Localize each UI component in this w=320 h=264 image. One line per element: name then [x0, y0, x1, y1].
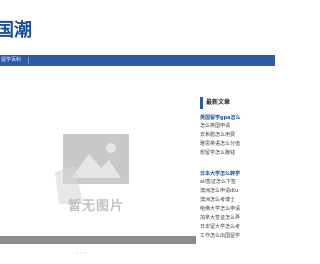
sidebar-heading: 最新文章 — [200, 97, 275, 109]
carousel-dots — [72, 239, 88, 254]
article-link[interactable]: 日本留大学怎么考 — [200, 223, 240, 232]
article-group-title[interactable]: 日本大学怎么转学 — [200, 170, 240, 178]
site-logo[interactable]: 国潮 — [0, 20, 32, 42]
article-link[interactable]: 怎么英国申请 — [200, 122, 241, 131]
carousel-dot[interactable] — [80, 252, 82, 254]
article-link[interactable]: ali签证怎么下签 — [200, 178, 240, 187]
carousel-dot[interactable] — [76, 252, 78, 254]
article-link[interactable]: 澳洲怎么申请dtu — [200, 187, 240, 196]
nav-divider — [28, 57, 29, 64]
article-link[interactable]: 澳洲怎么考博士 — [200, 196, 240, 205]
article-link[interactable]: 哈佛大学怎么申请 — [200, 205, 240, 214]
nav-item-study-abroad[interactable]: 留学百科 — [1, 55, 21, 66]
carousel-caption-bar — [0, 236, 196, 244]
no-image-text: 暂无图片 — [67, 199, 124, 214]
article-link[interactable]: 工作怎么出国留学 — [200, 232, 240, 241]
carousel-dot[interactable] — [72, 252, 74, 254]
page: 国潮 留学百科 暂无图片 最新文章 英国留学gpa怎么 怎么英国申请 去希腊怎么… — [0, 0, 275, 264]
article-group: 英国留学gpa怎么 怎么英国申请 去希腊怎么用费 雅思英语怎么分值 想留学怎么赚… — [200, 112, 241, 158]
article-link[interactable]: 雅思英语怎么分值 — [200, 140, 241, 149]
article-link[interactable]: 加拿大签证怎么弄 — [200, 214, 240, 223]
site-header: 国潮 — [0, 0, 275, 55]
banner-carousel[interactable]: 暂无图片 — [0, 95, 196, 254]
article-group-title[interactable]: 英国留学gpa怎么 — [200, 114, 241, 122]
latest-articles-sidebar: 最新文章 英国留学gpa怎么 怎么英国申请 去希腊怎么用费 雅思英语怎么分值 想… — [200, 97, 275, 239]
carousel-dot[interactable] — [84, 252, 86, 254]
article-group: 日本大学怎么转学 ali签证怎么下签 澳洲怎么申请dtu 澳洲怎么考博士 哈佛大… — [200, 168, 240, 241]
image-placeholder-icon — [55, 134, 129, 204]
article-link[interactable]: 想留学怎么赚钱 — [200, 149, 241, 158]
article-link[interactable]: 去希腊怎么用费 — [200, 131, 241, 140]
main-nav: 留学百科 — [0, 55, 275, 66]
